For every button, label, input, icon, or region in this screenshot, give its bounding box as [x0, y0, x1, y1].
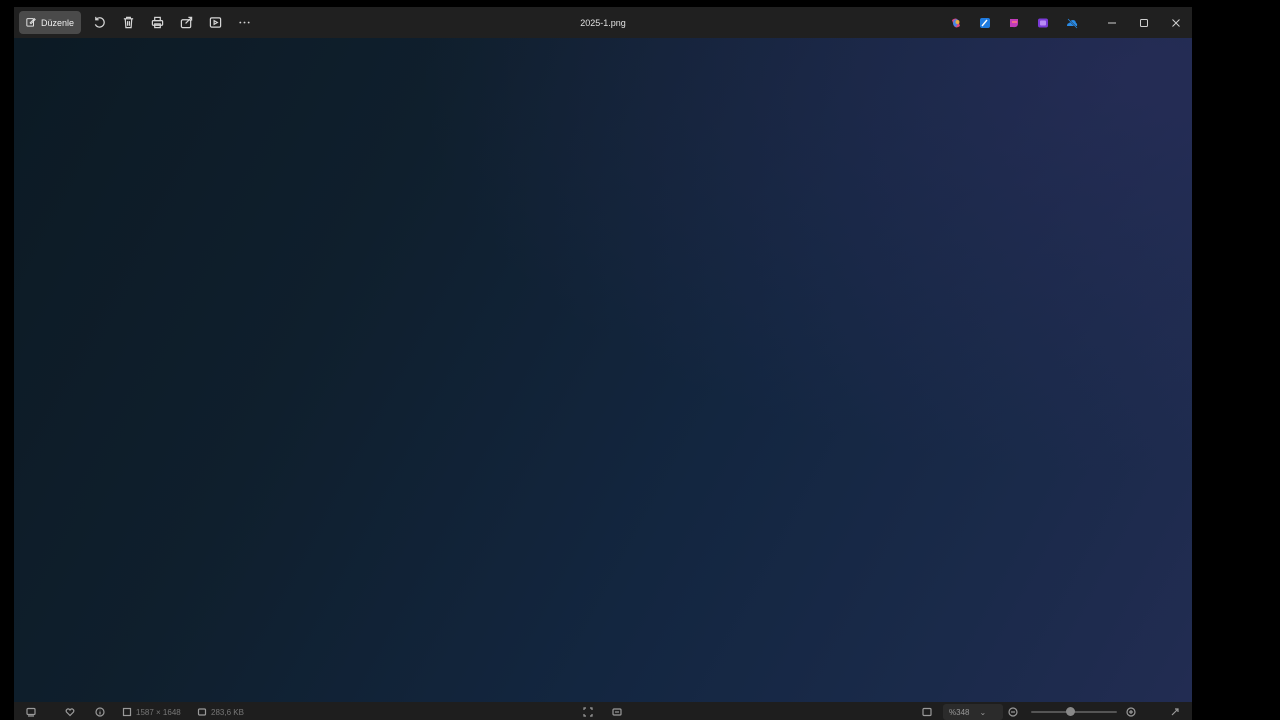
favorite-button[interactable]	[65, 704, 75, 720]
scan-icon	[583, 707, 593, 717]
image-size-icon	[122, 707, 132, 717]
designer-icon	[979, 17, 990, 28]
share-icon	[180, 16, 193, 29]
create-button[interactable]	[1028, 10, 1057, 36]
share-button[interactable]	[172, 10, 201, 36]
zoom-in-button[interactable]	[1126, 704, 1136, 720]
minimize-icon	[1108, 22, 1116, 23]
zoom-out-icon	[1008, 707, 1018, 717]
edit-button-label: Düzenle	[41, 17, 75, 28]
title-bar: 2025-1.png Düzenle	[14, 7, 1192, 38]
photos-app-window: 2025-1.png Düzenle 1587 × 1648 283,6 KB …	[14, 7, 1192, 720]
heart-icon	[65, 708, 75, 717]
delete-icon	[123, 16, 134, 29]
edit-icon	[26, 17, 36, 29]
delete-button[interactable]	[114, 10, 143, 36]
onedrive-icon	[1066, 17, 1078, 29]
minimize-button[interactable]	[1096, 7, 1128, 38]
file-size-text: 283,6 KB	[211, 707, 244, 717]
image-dimensions: 1587 × 1648	[122, 704, 181, 720]
fit-to-window-button[interactable]	[922, 704, 932, 720]
status-bar: 1587 × 1648 283,6 KB %348 ⌄	[14, 702, 1192, 720]
close-icon	[1172, 18, 1180, 27]
image-canvas[interactable]	[14, 38, 1192, 702]
zoom-slider-thumb[interactable]	[1065, 707, 1075, 716]
info-icon	[95, 707, 105, 717]
dimensions-text: 1587 × 1648	[136, 707, 181, 717]
close-button[interactable]	[1160, 7, 1192, 38]
filmstrip-button[interactable]	[26, 704, 36, 720]
visual-search-button[interactable]	[612, 704, 622, 720]
fullscreen-button[interactable]	[1170, 704, 1180, 720]
onedrive-button[interactable]	[1057, 10, 1086, 36]
expand-icon	[1171, 708, 1179, 716]
face-detect-button[interactable]	[583, 704, 593, 720]
slideshow-button[interactable]	[201, 10, 230, 36]
fit-window-icon	[922, 707, 932, 717]
more-icon	[239, 21, 250, 24]
rotate-icon	[94, 16, 105, 28]
print-icon	[151, 16, 164, 29]
create-icon	[1037, 18, 1048, 27]
maximize-icon	[1140, 18, 1148, 27]
zoom-dropdown[interactable]: %348 ⌄	[943, 704, 1003, 720]
storage-icon	[197, 708, 207, 716]
copilot-icon	[951, 18, 960, 27]
zoom-slider[interactable]	[1031, 707, 1117, 716]
clipchamp-button[interactable]	[999, 10, 1028, 36]
zoom-value: %348	[949, 707, 970, 717]
edit-button[interactable]: Düzenle	[19, 11, 82, 34]
info-button[interactable]	[95, 704, 105, 720]
toolbar: Düzenle	[14, 10, 259, 36]
designer-button[interactable]	[970, 10, 999, 36]
zoom-in-icon	[1126, 707, 1136, 717]
rotate-button[interactable]	[85, 10, 114, 36]
title-bar-right	[941, 7, 1192, 38]
copilot-button[interactable]	[941, 10, 970, 36]
file-size: 283,6 KB	[197, 704, 244, 720]
filmstrip-icon	[26, 707, 36, 717]
zoom-out-button[interactable]	[1008, 704, 1018, 720]
chevron-down-icon: ⌄	[979, 707, 987, 717]
maximize-button[interactable]	[1128, 7, 1160, 38]
more-options-button[interactable]	[230, 10, 259, 36]
visual-search-icon	[612, 708, 622, 716]
slideshow-icon	[209, 17, 222, 28]
clipchamp-icon	[1009, 18, 1018, 27]
print-button[interactable]	[143, 10, 172, 36]
